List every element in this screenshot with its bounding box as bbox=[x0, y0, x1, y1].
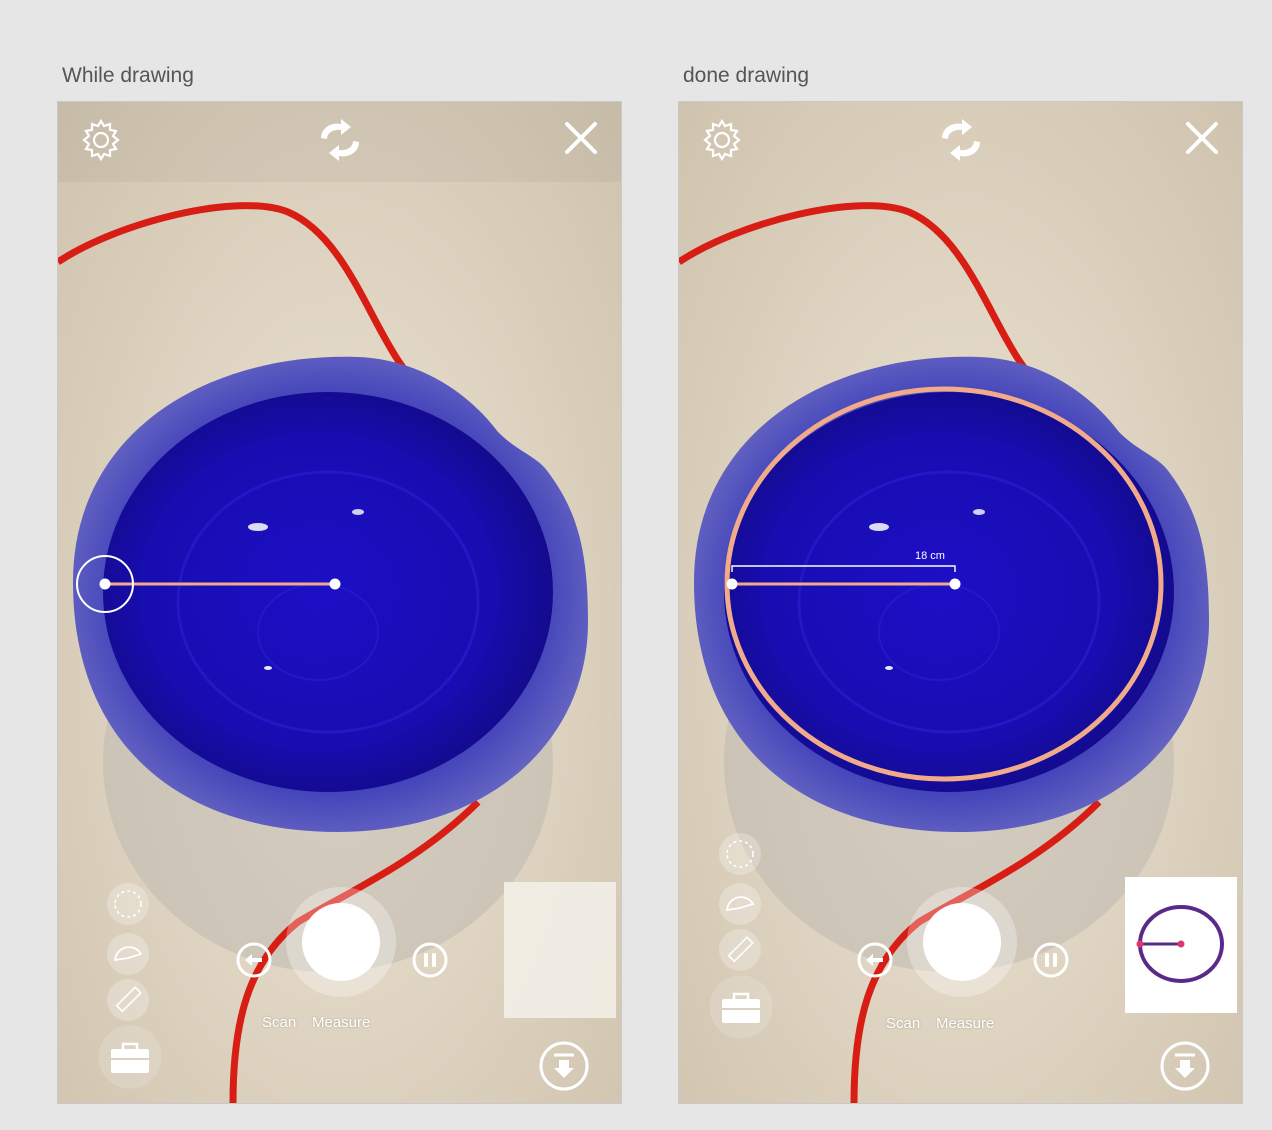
scan-mode-label[interactable]: Scan bbox=[262, 1014, 296, 1031]
download-icon[interactable] bbox=[1159, 1040, 1211, 1092]
camera-view-done-drawing[interactable]: 18 cm Scan Measure bbox=[678, 101, 1243, 1104]
end-point[interactable] bbox=[949, 578, 961, 590]
measure-mode-label[interactable]: Measure bbox=[936, 1015, 994, 1032]
shutter-button[interactable] bbox=[286, 887, 396, 997]
pause-icon[interactable] bbox=[1033, 942, 1069, 978]
thumbnail-end-dot bbox=[1177, 940, 1185, 948]
pause-icon[interactable] bbox=[412, 942, 448, 978]
panel-caption: While drawing bbox=[62, 64, 194, 87]
thumbnail-start-dot bbox=[1136, 940, 1144, 948]
download-icon[interactable] bbox=[538, 1040, 590, 1092]
undo-icon[interactable] bbox=[236, 942, 272, 978]
protractor-icon[interactable] bbox=[718, 882, 762, 926]
measure-mode-label[interactable]: Measure bbox=[312, 1014, 370, 1031]
protractor-icon[interactable] bbox=[106, 932, 150, 976]
dashed-circle-icon[interactable] bbox=[718, 832, 762, 876]
panel-caption: done drawing bbox=[683, 64, 810, 87]
scan-mode-label[interactable]: Scan bbox=[886, 1015, 920, 1032]
measurement-value: 18 cm bbox=[915, 550, 945, 562]
result-thumbnail[interactable] bbox=[1125, 877, 1237, 1013]
ruler-icon[interactable] bbox=[718, 928, 762, 972]
dashed-circle-icon[interactable] bbox=[106, 882, 150, 926]
start-point[interactable] bbox=[99, 578, 111, 590]
toolbox-icon[interactable] bbox=[708, 974, 774, 1040]
start-point[interactable] bbox=[726, 578, 738, 590]
ruler-icon[interactable] bbox=[106, 978, 150, 1022]
undo-icon[interactable] bbox=[857, 942, 893, 978]
dimension-bracket bbox=[731, 565, 956, 572]
toolbox-icon[interactable] bbox=[97, 1024, 163, 1090]
shutter-button[interactable] bbox=[907, 887, 1017, 997]
end-point[interactable] bbox=[329, 578, 341, 590]
camera-view-while-drawing[interactable]: Scan Measure bbox=[57, 101, 622, 1104]
result-thumbnail[interactable] bbox=[504, 882, 616, 1018]
